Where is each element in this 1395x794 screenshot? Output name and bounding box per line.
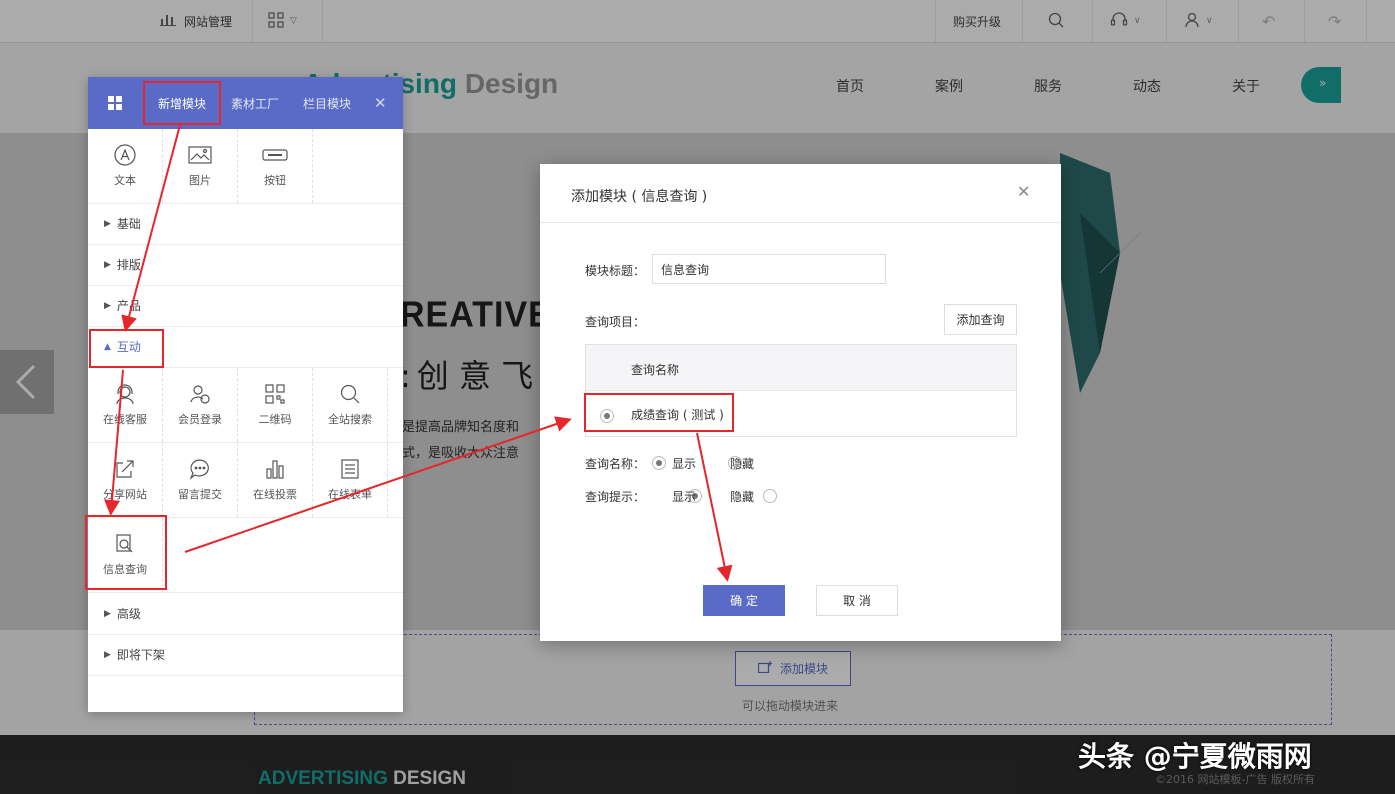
annotation-arrows — [104, 124, 733, 582]
watermark: 头条 @宁夏微雨网 — [1078, 740, 1312, 773]
